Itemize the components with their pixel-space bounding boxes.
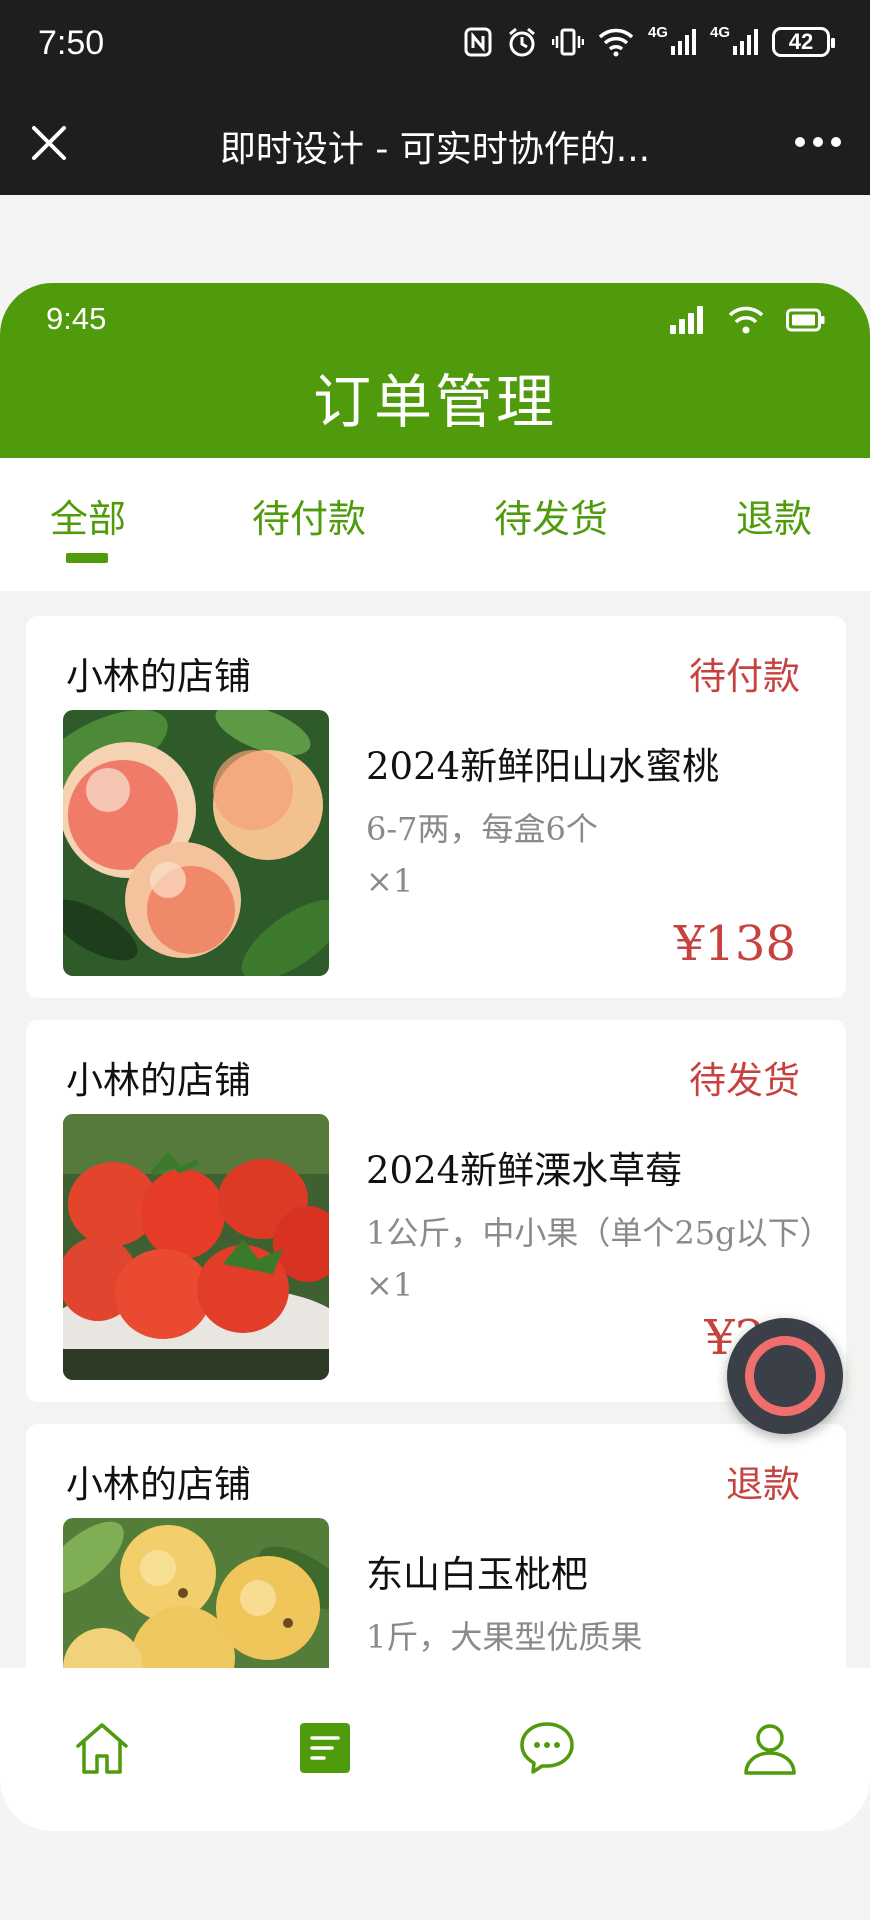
shop-name: 小林的店铺 <box>66 1059 251 1102</box>
orders-icon[interactable] <box>295 1718 355 1778</box>
signal-4g-icon-2: 4G <box>710 24 758 60</box>
order-tabs: 全部 待付款 待发货 退款 <box>0 458 870 591</box>
phone-time: 9:45 <box>46 301 107 336</box>
battery-level: 42 <box>788 29 814 54</box>
system-status-icons: 4G 4G 42 <box>464 24 835 60</box>
page-title: 订单管理 <box>312 368 557 436</box>
product-name: 2024新鲜溧水草莓 <box>366 1149 683 1192</box>
battery-indicator: 42 <box>772 27 835 57</box>
battery-icon-phone <box>786 307 826 337</box>
chat-icon[interactable] <box>517 1718 577 1778</box>
product-name: 2024新鲜阳山水蜜桃 <box>366 745 720 788</box>
product-spec: 6-7两，每盒6个 <box>366 810 598 848</box>
order-status: 待付款 <box>689 655 800 698</box>
system-status-bar: 7:50 4G 4G 42 <box>0 0 870 92</box>
tab-all[interactable]: 全部 <box>50 488 126 543</box>
product-quantity: ×1 <box>366 1266 414 1304</box>
record-button[interactable] <box>727 1318 843 1434</box>
alarm-icon <box>506 24 538 60</box>
product-price: ¥138 <box>673 916 796 972</box>
home-icon[interactable] <box>72 1718 132 1778</box>
tab-pending-payment[interactable]: 待付款 <box>252 488 366 543</box>
signal-4g-icon: 4G <box>648 24 696 60</box>
product-spec: 1公斤，中小果（单个25g以下） <box>366 1214 832 1252</box>
wifi-icon-phone <box>728 305 764 339</box>
tab-active-indicator <box>66 553 108 563</box>
record-ring-icon <box>745 1336 825 1416</box>
more-icon[interactable] <box>790 122 846 162</box>
order-card[interactable]: 小林的店铺 待发货 2024新鲜溧水草莓 1公斤，中小果（单个25g以下） ×1 <box>26 1020 846 1402</box>
bottom-nav <box>0 1668 870 1831</box>
product-image-peach[interactable] <box>63 710 329 976</box>
order-status: 待发货 <box>689 1059 800 1102</box>
shop-name: 小林的店铺 <box>66 655 251 698</box>
product-spec: 1斤，大果型优质果 <box>366 1618 643 1656</box>
cellular-icon <box>668 305 706 339</box>
signal-label-2: 4G <box>709 24 730 41</box>
order-card[interactable]: 小林的店铺 待付款 2024新鲜阳山水蜜桃 6-7两，每盒6个 ×1 ¥138 <box>26 616 846 998</box>
product-image-strawberry[interactable] <box>63 1114 329 1380</box>
phone-mockup: 9:45 订单管理 全部 待付款 待发货 退款 小林的店铺 待付款 2024新鲜… <box>0 283 870 1831</box>
user-icon[interactable] <box>740 1718 800 1778</box>
product-quantity: ×1 <box>366 862 414 900</box>
shop-name: 小林的店铺 <box>66 1463 251 1506</box>
close-icon[interactable] <box>24 118 74 168</box>
tab-refund[interactable]: 退款 <box>736 488 812 543</box>
nfc-icon <box>464 24 492 60</box>
app-header: 9:45 订单管理 <box>0 283 870 458</box>
product-name: 东山白玉枇杷 <box>366 1553 588 1596</box>
browser-page-title: 即时设计 - 可实时协作的... <box>219 129 651 170</box>
tab-pending-shipment[interactable]: 待发货 <box>494 488 608 543</box>
browser-title-bar: 即时设计 - 可实时协作的... <box>0 92 870 195</box>
wifi-icon <box>598 24 634 60</box>
vibrate-icon <box>551 24 584 60</box>
order-status: 退款 <box>726 1463 800 1506</box>
phone-status-icons <box>668 305 826 339</box>
signal-label-1: 4G <box>647 24 668 41</box>
system-time: 7:50 <box>38 24 105 62</box>
